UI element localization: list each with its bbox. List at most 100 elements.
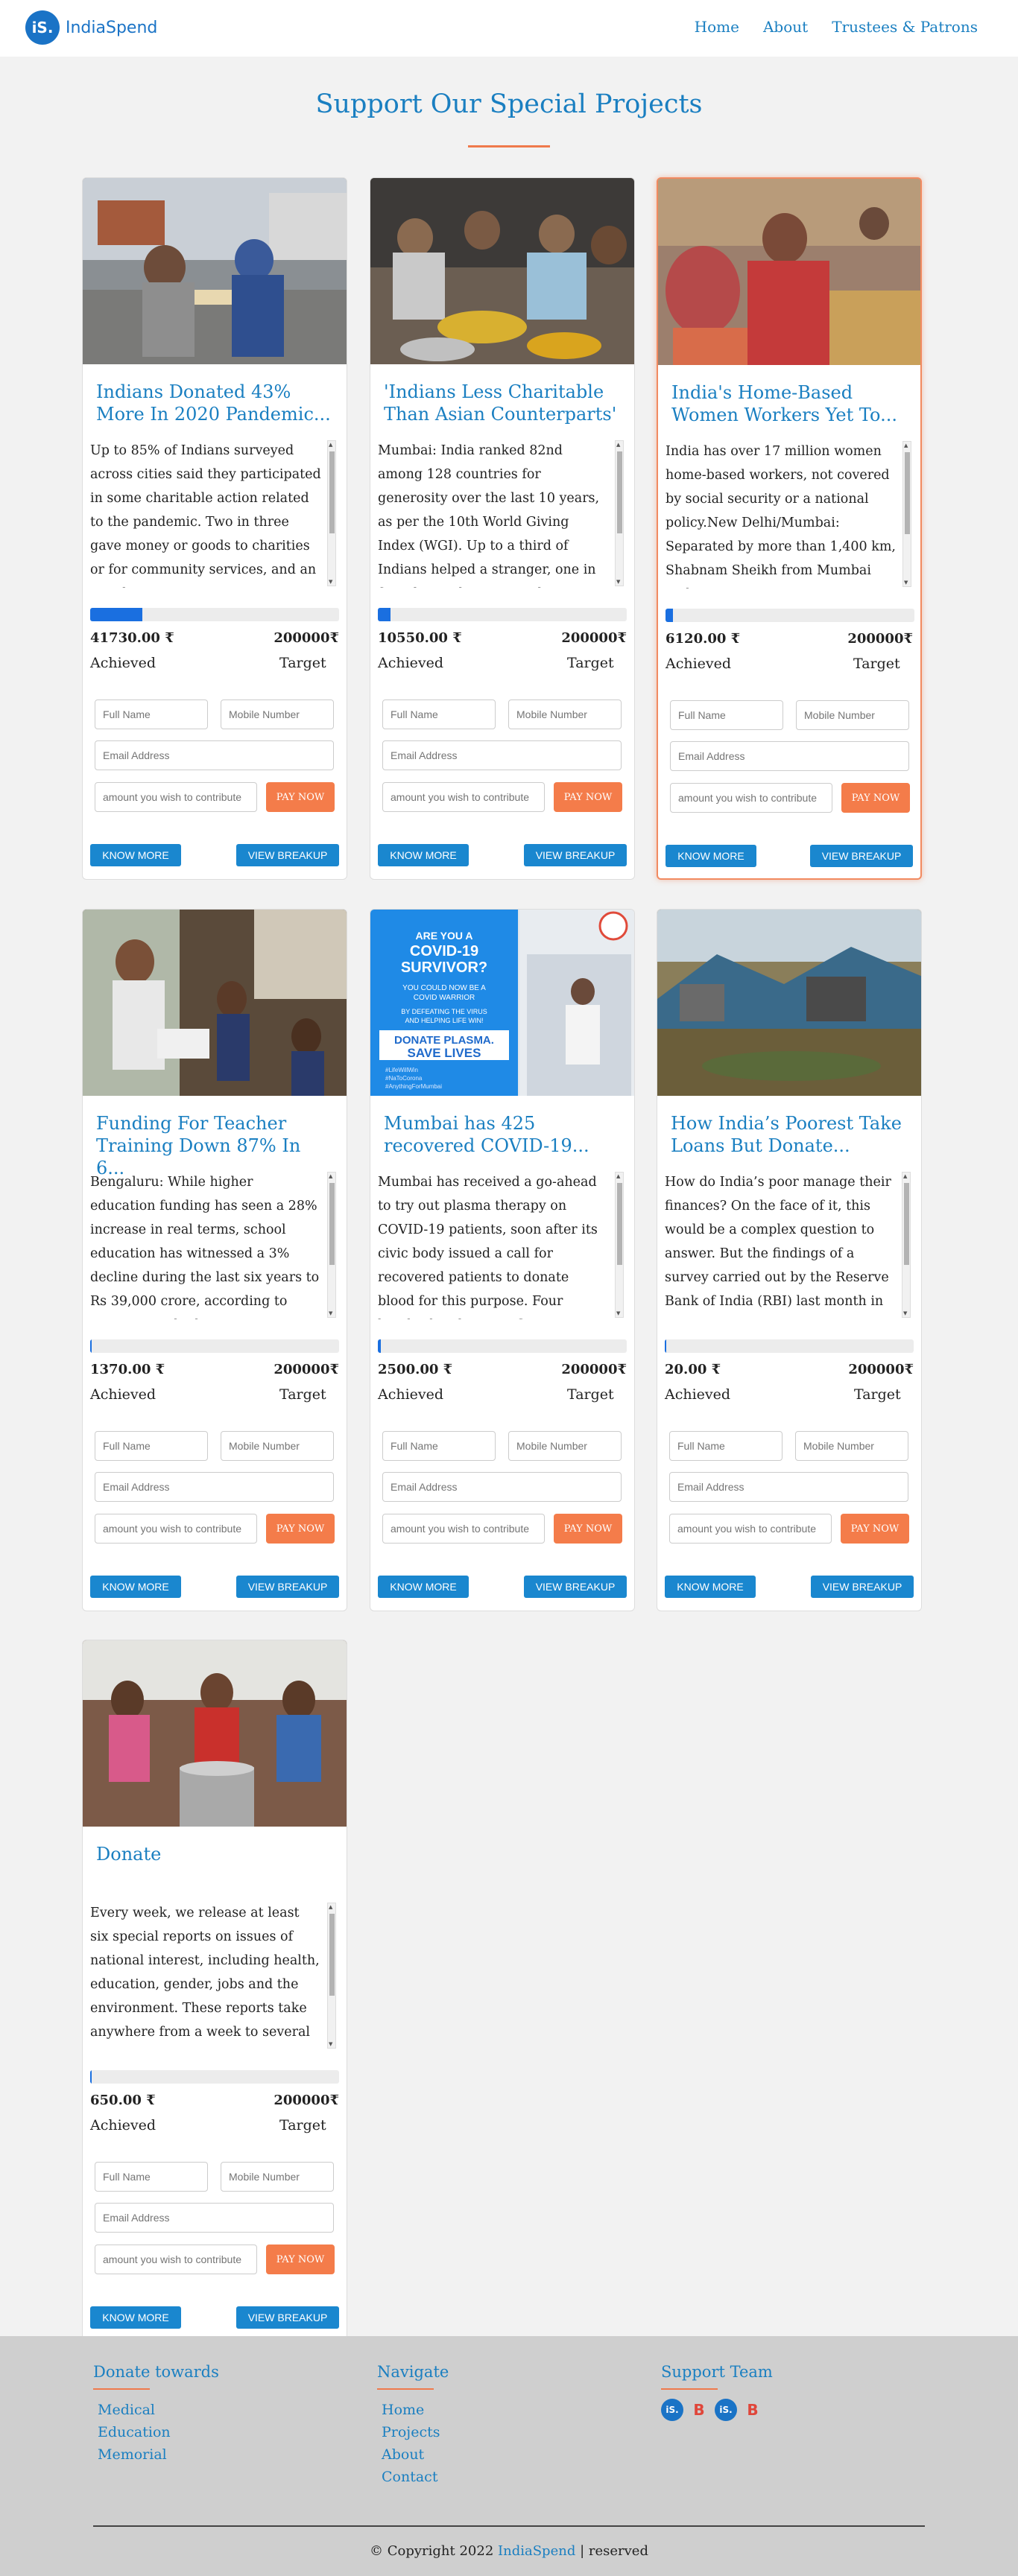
know-more-button[interactable]: KNOW MORE bbox=[666, 845, 756, 867]
description-scrollbar[interactable]: ▲ ▼ bbox=[327, 440, 336, 586]
full-name-input[interactable] bbox=[382, 1431, 496, 1461]
indiaspend-icon[interactable]: iS. bbox=[661, 2399, 683, 2421]
email-input[interactable] bbox=[382, 740, 622, 770]
amount-input[interactable] bbox=[95, 782, 257, 812]
description-scrollbar[interactable]: ▲ ▼ bbox=[615, 1172, 624, 1318]
scroll-thumb[interactable] bbox=[617, 1183, 622, 1265]
full-name-input[interactable] bbox=[95, 1431, 208, 1461]
scroll-down-arrow-icon[interactable]: ▼ bbox=[616, 1310, 620, 1316]
know-more-button[interactable]: KNOW MORE bbox=[90, 2306, 181, 2329]
scroll-thumb[interactable] bbox=[905, 452, 910, 534]
mobile-number-input[interactable] bbox=[221, 2162, 334, 2192]
email-input[interactable] bbox=[95, 740, 334, 770]
email-input[interactable] bbox=[669, 1472, 908, 1502]
description-box[interactable]: Every week, we release at least six spec… bbox=[90, 1901, 338, 2050]
scroll-up-arrow-icon[interactable]: ▲ bbox=[616, 442, 620, 448]
footer-link-projects[interactable]: Projects bbox=[377, 2421, 449, 2443]
indiaspend-icon[interactable]: iS. bbox=[715, 2399, 737, 2421]
view-breakup-button[interactable]: VIEW BREAKUP bbox=[524, 844, 627, 866]
scroll-down-arrow-icon[interactable]: ▼ bbox=[329, 2041, 332, 2047]
amount-input[interactable] bbox=[382, 782, 545, 812]
project-title[interactable]: Funding For Teacher Training Down 87% In… bbox=[96, 1112, 335, 1179]
scroll-down-arrow-icon[interactable]: ▼ bbox=[616, 579, 620, 585]
project-title[interactable]: How India’s Poorest Take Loans But Donat… bbox=[671, 1112, 909, 1157]
scroll-up-arrow-icon[interactable]: ▲ bbox=[904, 442, 908, 448]
project-title[interactable]: India's Home-Based Women Workers Yet To.… bbox=[671, 381, 910, 426]
scroll-down-arrow-icon[interactable]: ▼ bbox=[904, 580, 908, 586]
pay-now-button[interactable]: PAY NOW bbox=[841, 1514, 909, 1544]
description-box[interactable]: How do India’s poor manage their finance… bbox=[665, 1170, 912, 1319]
pay-now-button[interactable]: PAY NOW bbox=[841, 783, 910, 813]
scroll-thumb[interactable] bbox=[329, 1183, 335, 1265]
scroll-down-arrow-icon[interactable]: ▼ bbox=[329, 1310, 332, 1316]
nav-home[interactable]: Home bbox=[695, 18, 739, 36]
mobile-number-input[interactable] bbox=[508, 699, 622, 729]
description-box[interactable]: Mumbai: India ranked 82nd among 128 coun… bbox=[378, 439, 625, 588]
know-more-button[interactable]: KNOW MORE bbox=[90, 1576, 181, 1598]
mobile-number-input[interactable] bbox=[221, 1431, 334, 1461]
description-box[interactable]: Mumbai has received a go-ahead to try ou… bbox=[378, 1170, 625, 1319]
email-input[interactable] bbox=[670, 741, 909, 771]
amount-input[interactable] bbox=[670, 783, 832, 813]
project-title[interactable]: Mumbai has 425 recovered COVID-19... bbox=[384, 1112, 622, 1157]
know-more-button[interactable]: KNOW MORE bbox=[90, 844, 181, 866]
view-breakup-button[interactable]: VIEW BREAKUP bbox=[236, 844, 339, 866]
footer-link-contact[interactable]: Contact bbox=[377, 2466, 449, 2488]
description-box[interactable]: India has over 17 million women home-bas… bbox=[666, 440, 913, 589]
know-more-button[interactable]: KNOW MORE bbox=[378, 1576, 469, 1598]
footer-link-home[interactable]: Home bbox=[377, 2399, 449, 2421]
scroll-down-arrow-icon[interactable]: ▼ bbox=[903, 1310, 907, 1316]
project-title[interactable]: Indians Donated 43% More In 2020 Pandemi… bbox=[96, 381, 335, 425]
email-input[interactable] bbox=[95, 1472, 334, 1502]
email-input[interactable] bbox=[382, 1472, 622, 1502]
view-breakup-button[interactable]: VIEW BREAKUP bbox=[524, 1576, 627, 1598]
scroll-up-arrow-icon[interactable]: ▲ bbox=[903, 1173, 907, 1179]
full-name-input[interactable] bbox=[670, 700, 783, 730]
view-breakup-button[interactable]: VIEW BREAKUP bbox=[810, 845, 913, 867]
scroll-thumb[interactable] bbox=[329, 1914, 335, 1996]
description-scrollbar[interactable]: ▲ ▼ bbox=[615, 440, 624, 586]
project-title[interactable]: Donate bbox=[96, 1843, 335, 1865]
amount-input[interactable] bbox=[95, 2245, 257, 2274]
scroll-thumb[interactable] bbox=[617, 451, 622, 533]
view-breakup-button[interactable]: VIEW BREAKUP bbox=[236, 2306, 339, 2329]
copyright-brand[interactable]: IndiaSpend bbox=[498, 2543, 575, 2559]
scroll-thumb[interactable] bbox=[904, 1183, 909, 1265]
full-name-input[interactable] bbox=[669, 1431, 783, 1461]
know-more-button[interactable]: KNOW MORE bbox=[665, 1576, 756, 1598]
amount-input[interactable] bbox=[669, 1514, 832, 1544]
description-scrollbar[interactable]: ▲ ▼ bbox=[327, 1172, 336, 1318]
footer-link-medical[interactable]: Medical bbox=[93, 2399, 219, 2421]
description-box[interactable]: Bengaluru: While higher education fundin… bbox=[90, 1170, 338, 1319]
blogger-icon[interactable]: B bbox=[688, 2399, 710, 2421]
footer-link-about[interactable]: About bbox=[377, 2443, 449, 2466]
mobile-number-input[interactable] bbox=[795, 1431, 908, 1461]
description-scrollbar[interactable]: ▲ ▼ bbox=[327, 1903, 336, 2049]
full-name-input[interactable] bbox=[95, 2162, 208, 2192]
logo[interactable]: iS. IndiaSpend bbox=[25, 10, 157, 45]
full-name-input[interactable] bbox=[382, 699, 496, 729]
project-title[interactable]: 'Indians Less Charitable Than Asian Coun… bbox=[384, 381, 622, 425]
scroll-up-arrow-icon[interactable]: ▲ bbox=[616, 1173, 620, 1179]
description-box[interactable]: Up to 85% of Indians surveyed across cit… bbox=[90, 439, 338, 588]
amount-input[interactable] bbox=[382, 1514, 545, 1544]
mobile-number-input[interactable] bbox=[221, 699, 334, 729]
pay-now-button[interactable]: PAY NOW bbox=[266, 1514, 335, 1544]
pay-now-button[interactable]: PAY NOW bbox=[554, 1514, 622, 1544]
know-more-button[interactable]: KNOW MORE bbox=[378, 844, 469, 866]
scroll-thumb[interactable] bbox=[329, 451, 335, 533]
scroll-up-arrow-icon[interactable]: ▲ bbox=[329, 1904, 332, 1910]
email-input[interactable] bbox=[95, 2203, 334, 2233]
blogger-icon[interactable]: B bbox=[742, 2399, 764, 2421]
mobile-number-input[interactable] bbox=[796, 700, 909, 730]
description-scrollbar[interactable]: ▲ ▼ bbox=[902, 1172, 911, 1318]
nav-about[interactable]: About bbox=[763, 18, 808, 36]
view-breakup-button[interactable]: VIEW BREAKUP bbox=[811, 1576, 914, 1598]
full-name-input[interactable] bbox=[95, 699, 208, 729]
pay-now-button[interactable]: PAY NOW bbox=[554, 782, 622, 812]
pay-now-button[interactable]: PAY NOW bbox=[266, 2245, 335, 2274]
scroll-up-arrow-icon[interactable]: ▲ bbox=[329, 442, 332, 448]
scroll-down-arrow-icon[interactable]: ▼ bbox=[329, 579, 332, 585]
nav-trustees[interactable]: Trustees & Patrons bbox=[832, 18, 978, 36]
pay-now-button[interactable]: PAY NOW bbox=[266, 782, 335, 812]
